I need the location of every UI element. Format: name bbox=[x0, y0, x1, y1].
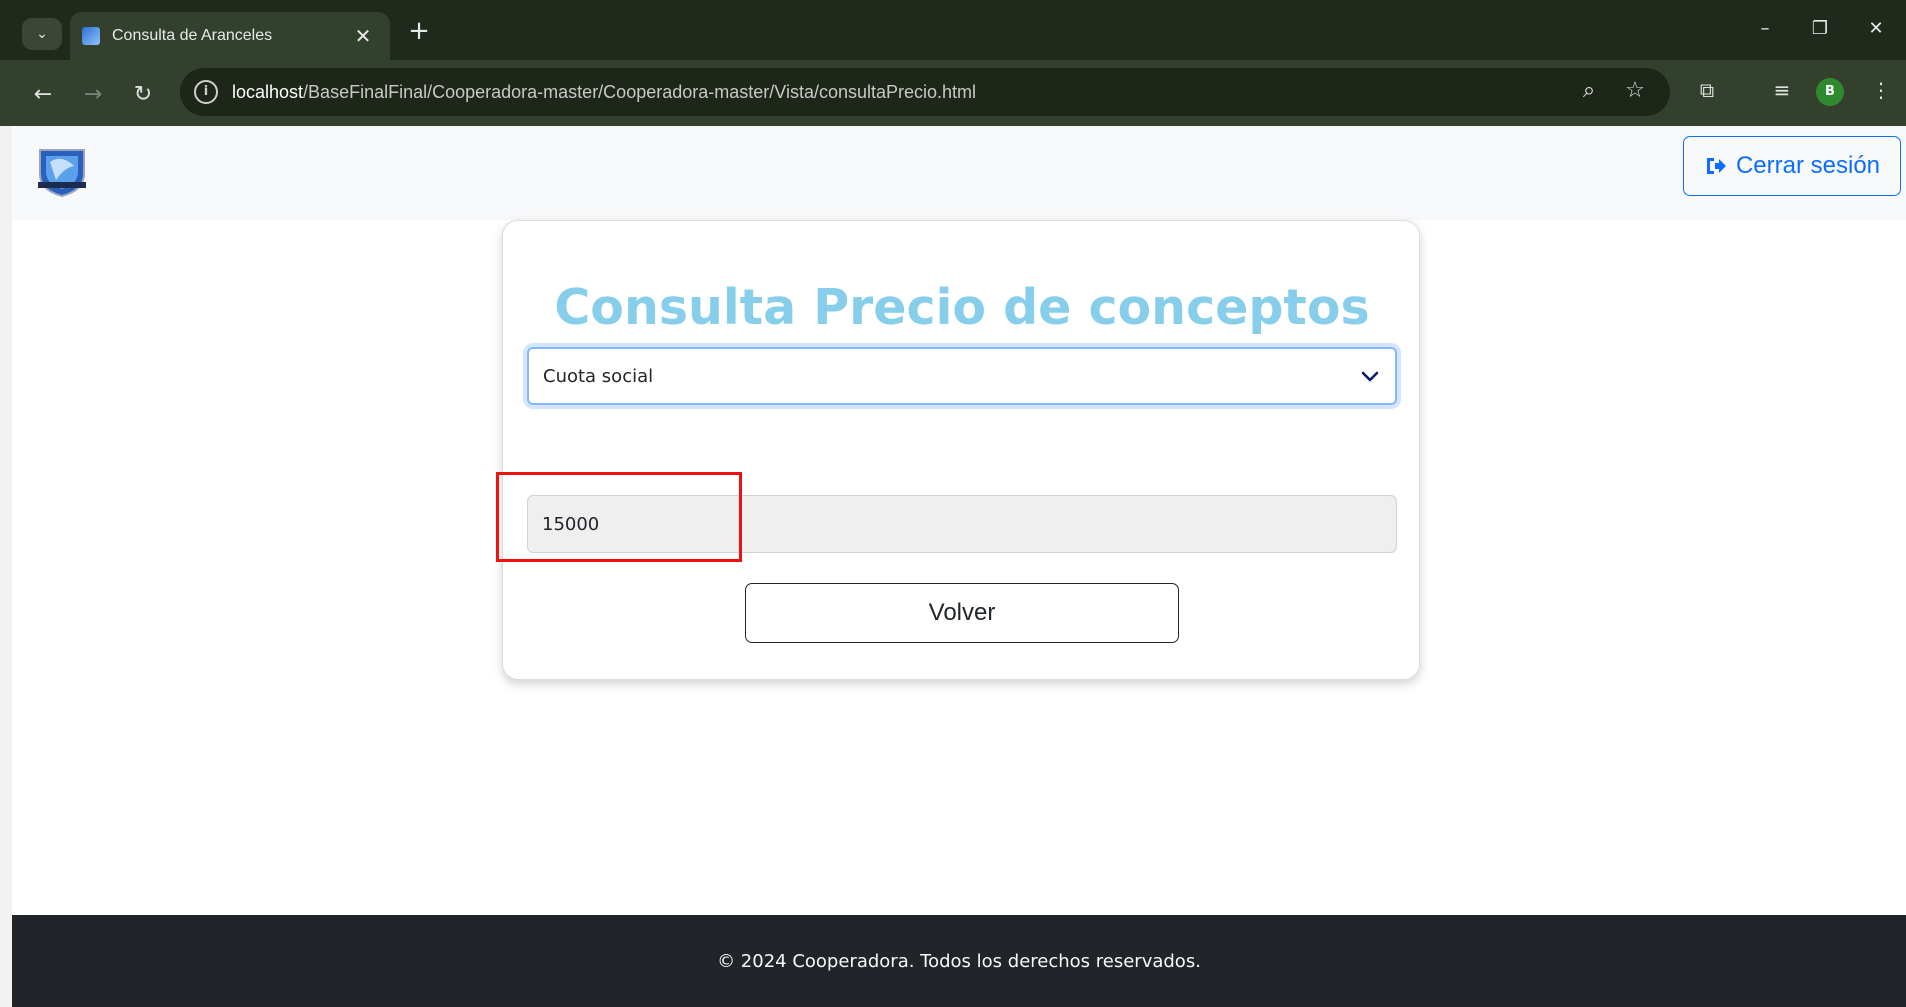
restore-icon[interactable]: ❐ bbox=[1800, 18, 1840, 39]
page-title: Consulta Precio de conceptos bbox=[554, 279, 1370, 336]
browser-toolbar: ← → ↻ i localhost/BaseFinalFinal/Coopera… bbox=[0, 60, 1906, 126]
tab-title: Consulta de Aranceles bbox=[112, 27, 273, 44]
chevron-down-icon bbox=[1361, 371, 1379, 382]
url-text: localhost/BaseFinalFinal/Cooperadora-mas… bbox=[232, 81, 977, 102]
back-button[interactable]: Volver bbox=[745, 583, 1179, 643]
menu-icon[interactable]: ⋮ bbox=[1864, 78, 1898, 102]
browser-tab-bar: ⌄ Consulta de Aranceles ✕ + – ❐ ✕ bbox=[0, 0, 1906, 60]
address-bar[interactable]: i localhost/BaseFinalFinal/Cooperadora-m… bbox=[180, 68, 1670, 116]
close-icon[interactable]: ✕ bbox=[348, 24, 378, 48]
concept-select-value: Cuota social bbox=[543, 365, 654, 387]
media-icon[interactable]: ≡ bbox=[1765, 78, 1799, 102]
footer: © 2024 Cooperadora. Todos los derechos r… bbox=[12, 915, 1906, 1007]
price-query-card: Consulta Precio de conceptos Cuota socia… bbox=[496, 220, 1420, 680]
star-icon[interactable]: ☆ bbox=[1620, 78, 1650, 103]
browser-tab[interactable]: Consulta de Aranceles ✕ bbox=[70, 12, 390, 60]
chevron-down-icon: ⌄ bbox=[36, 26, 48, 42]
concept-select[interactable]: Cuota social bbox=[527, 347, 1397, 405]
new-tab-button[interactable]: + bbox=[404, 16, 434, 46]
sign-out-icon bbox=[1706, 158, 1726, 174]
window-close-icon[interactable]: ✕ bbox=[1856, 18, 1896, 39]
extensions-icon[interactable]: ⧉ bbox=[1690, 78, 1724, 102]
navbar: Cerrar sesión bbox=[12, 126, 1906, 220]
favicon-icon bbox=[82, 27, 100, 45]
logout-button[interactable]: Cerrar sesión bbox=[1683, 136, 1901, 196]
footer-text: © 2024 Cooperadora. Todos los derechos r… bbox=[717, 950, 1201, 972]
page-gutter bbox=[0, 126, 12, 1007]
zoom-icon[interactable]: ⌕ bbox=[1574, 78, 1604, 103]
school-logo bbox=[38, 149, 86, 198]
site-info-icon[interactable]: i bbox=[194, 80, 218, 104]
reload-icon[interactable]: ↻ bbox=[126, 78, 160, 112]
tab-list-button[interactable]: ⌄ bbox=[22, 18, 62, 50]
profile-avatar[interactable]: B bbox=[1816, 78, 1844, 106]
minimize-icon[interactable]: – bbox=[1745, 18, 1785, 39]
page: Cerrar sesión Consulta Precio de concept… bbox=[12, 126, 1906, 1007]
forward-icon[interactable]: → bbox=[76, 78, 110, 112]
back-icon[interactable]: ← bbox=[26, 78, 60, 112]
annotation-highlight bbox=[496, 472, 742, 562]
logout-label: Cerrar sesión bbox=[1735, 152, 1881, 179]
